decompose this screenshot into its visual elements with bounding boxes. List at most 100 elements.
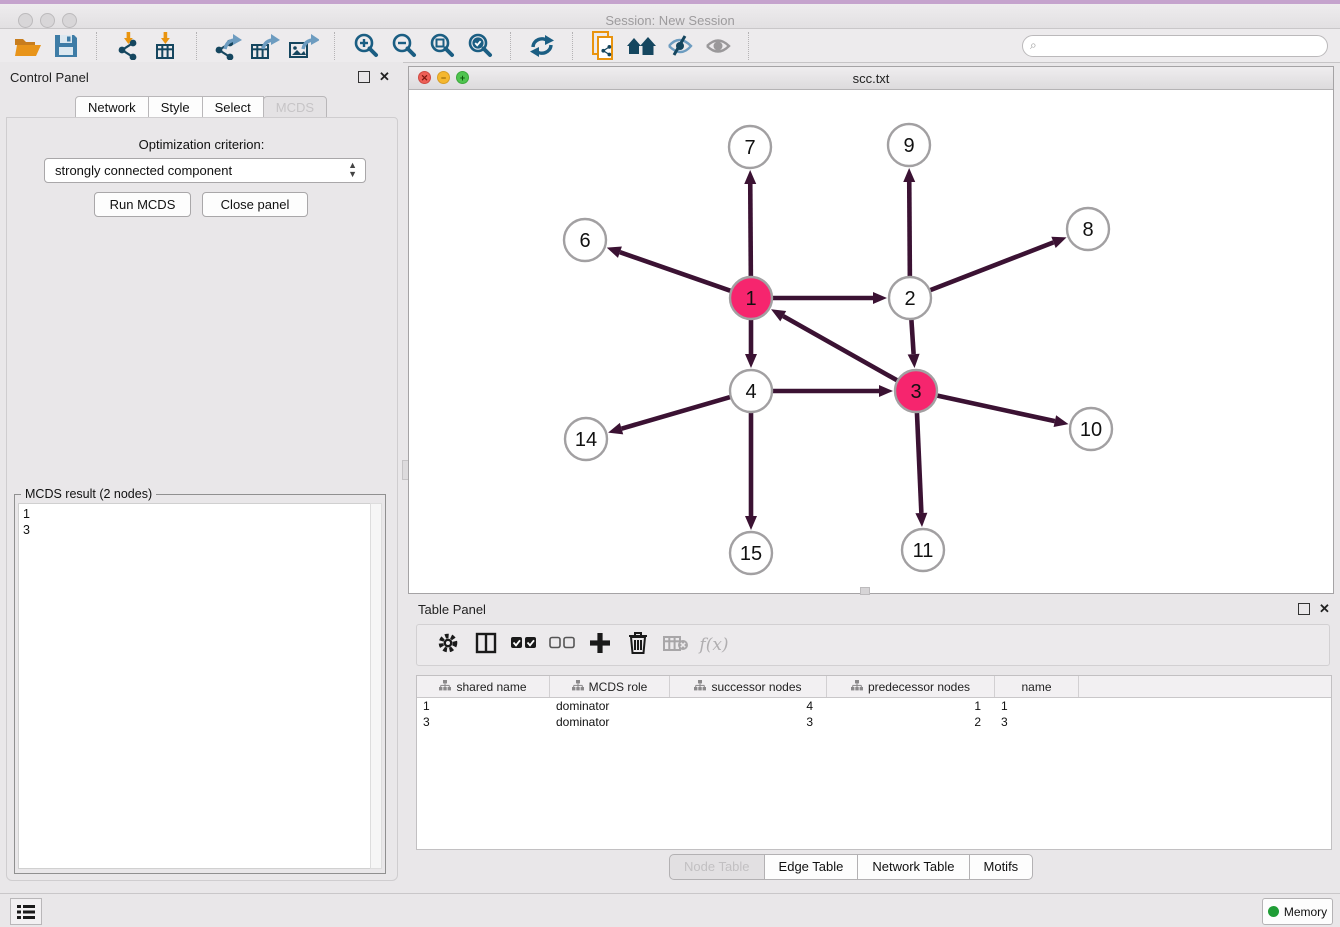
node-label-11: 11 [913,540,934,562]
export-network-button[interactable] [209,31,247,61]
column-type-icon [851,680,863,694]
add-row-button[interactable] [581,628,619,662]
export-table-icon [251,32,281,60]
column-header-name[interactable]: name [995,676,1079,697]
graph-edge-2-3[interactable] [911,317,913,354]
home-button[interactable] [623,31,661,61]
edge-arrowhead [745,354,757,368]
graph-edge-2-9[interactable] [909,182,910,279]
table-cell[interactable]: dominator [550,714,670,730]
main-toolbar: ⌕ [0,29,1340,63]
application-window: Session: New Session ⌕ Control Panel ✕ N… [0,0,1340,926]
result-scrollbar[interactable] [370,503,382,869]
zoom-in-icon [352,32,380,60]
columns-icon [475,632,497,659]
clear-selection-button[interactable] [543,628,581,662]
table-body: 1dominator4113dominator323 [417,698,1331,730]
graph-edge-3-10[interactable] [935,395,1055,421]
column-header-successor-nodes[interactable]: successor nodes [670,676,827,697]
mcds-result-text[interactable]: 1 3 [18,503,372,869]
tab-motifs[interactable]: Motifs [969,854,1034,880]
node-label-9: 9 [903,135,914,157]
column-header-predecessor-nodes[interactable]: predecessor nodes [827,676,995,697]
table-cell[interactable]: 1 [417,698,550,714]
zoom-selected-button[interactable] [461,31,499,61]
graph-edge-1-6[interactable] [620,252,733,292]
network-view-window: scc.txt 7968124314101511 [408,66,1334,594]
float-panel-icon[interactable] [358,71,370,83]
table-cell[interactable]: 3 [417,714,550,730]
import-table-button[interactable] [147,31,185,61]
column-header-shared-name[interactable]: shared name [417,676,550,697]
toolbar-separator [96,32,98,60]
show-eye-button[interactable] [699,31,737,61]
edge-arrowhead [879,385,893,397]
column-label: successor nodes [711,680,801,694]
criterion-select[interactable]: strongly connected component ▲▼ [44,158,366,183]
memory-status-icon [1268,906,1279,917]
open-file-icon [13,33,43,59]
columns-button[interactable] [467,628,505,662]
network-window-titlebar[interactable]: scc.txt [409,67,1333,90]
graph-edge-2-8[interactable] [928,242,1054,291]
table-toolbar: f(x) [416,624,1330,666]
mcds-result-group: MCDS result (2 nodes) 1 3 [14,494,386,874]
memory-button[interactable]: Memory [1262,898,1333,925]
zoom-fit-button[interactable] [423,31,461,61]
graph-edge-1-7[interactable] [750,184,751,279]
table-cell[interactable]: 1 [995,698,1079,714]
ndex-share-button[interactable] [585,31,623,61]
graph-edge-4-14[interactable] [622,396,733,428]
table-cell[interactable]: dominator [550,698,670,714]
search-input[interactable] [1022,35,1328,57]
table-cell[interactable]: 1 [827,698,995,714]
export-table-button[interactable] [247,31,285,61]
tab-edge-table[interactable]: Edge Table [764,854,859,880]
select-all-button[interactable] [505,628,543,662]
zoom-fit-icon [428,32,456,60]
task-history-button[interactable] [10,898,42,925]
node-table: shared name MCDS role successor nodes prede… [416,675,1332,850]
refresh-icon [528,33,556,59]
edge-arrowhead [903,168,915,182]
hide-eye-button[interactable] [661,31,699,61]
hide-eye-icon [666,34,694,58]
table-row[interactable]: 3dominator323 [417,714,1331,730]
settings-button[interactable] [429,628,467,662]
column-header-MCDS-role[interactable]: MCDS role [550,676,670,697]
table-cell[interactable]: 2 [827,714,995,730]
graph-edge-3-1[interactable] [783,316,899,382]
tab-node-table[interactable]: Node Table [669,854,765,880]
memory-label: Memory [1284,905,1327,919]
zoom-in-button[interactable] [347,31,385,61]
zoom-out-button[interactable] [385,31,423,61]
column-label: predecessor nodes [868,680,970,694]
edge-arrowhead [1054,415,1069,427]
run-mcds-button[interactable]: Run MCDS [94,192,191,217]
table-cell[interactable]: 3 [995,714,1079,730]
column-label: shared name [456,680,526,694]
import-network-button[interactable] [109,31,147,61]
open-file-button[interactable] [9,31,47,61]
network-splitter-handle[interactable] [860,587,870,595]
column-label: MCDS role [589,680,648,694]
table-cell[interactable]: 4 [670,698,827,714]
edge-arrowhead [908,354,920,368]
table-panel-title: Table Panel [418,602,486,617]
close-panel-button[interactable]: Close panel [202,192,308,217]
float-table-panel-icon[interactable] [1298,603,1310,615]
table-cell[interactable]: 3 [670,714,827,730]
refresh-button[interactable] [523,31,561,61]
delete-row-button[interactable] [619,628,657,662]
close-panel-icon[interactable]: ✕ [379,72,390,82]
network-canvas[interactable]: 7968124314101511 [409,89,1331,591]
tab-network-table[interactable]: Network Table [857,854,969,880]
close-table-panel-icon[interactable]: ✕ [1319,604,1330,614]
export-image-button[interactable] [285,31,323,61]
optimization-criterion-label: Optimization criterion: [0,137,403,152]
table-row[interactable]: 1dominator411 [417,698,1331,714]
graph-edge-3-11[interactable] [917,410,922,513]
window-title: Session: New Session [0,13,1340,28]
save-session-button[interactable] [47,31,85,61]
function-builder-button: f(x) [695,628,733,662]
